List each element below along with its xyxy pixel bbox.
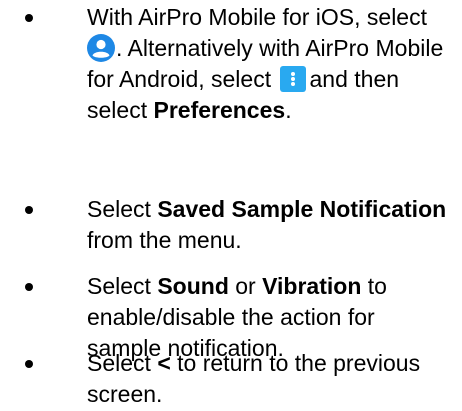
- kebab-menu-icon: [279, 66, 306, 92]
- back-symbol-label: <: [157, 350, 171, 376]
- step-1-text-d: .: [285, 97, 292, 123]
- user-profile-icon: [87, 34, 115, 62]
- step-2-text-b: from the menu.: [87, 227, 242, 253]
- bullet-icon: [25, 283, 33, 291]
- sound-label: Sound: [157, 273, 229, 299]
- step-2-text-a: Select: [87, 196, 151, 222]
- step-3-text-a: Select: [87, 273, 151, 299]
- vibration-label: Vibration: [262, 273, 362, 299]
- list-item-step-2: Select Saved Sample Notification from th…: [0, 194, 462, 256]
- bullet-icon: [25, 206, 33, 214]
- bullet-icon: [25, 14, 33, 22]
- saved-sample-notification-label: Saved Sample Notification: [157, 196, 447, 222]
- list-item-step-4: Select < to return to the previous scree…: [0, 348, 462, 410]
- step-4-text-a: Select: [87, 350, 151, 376]
- preferences-label: Preferences: [153, 97, 286, 123]
- bullet-icon: [25, 360, 33, 368]
- step-3-text-b: or: [235, 273, 256, 299]
- list-item-step-1: With AirPro Mobile for iOS, select . Alt…: [0, 2, 462, 126]
- step-1-text-a: With AirPro Mobile for iOS, select: [87, 4, 427, 30]
